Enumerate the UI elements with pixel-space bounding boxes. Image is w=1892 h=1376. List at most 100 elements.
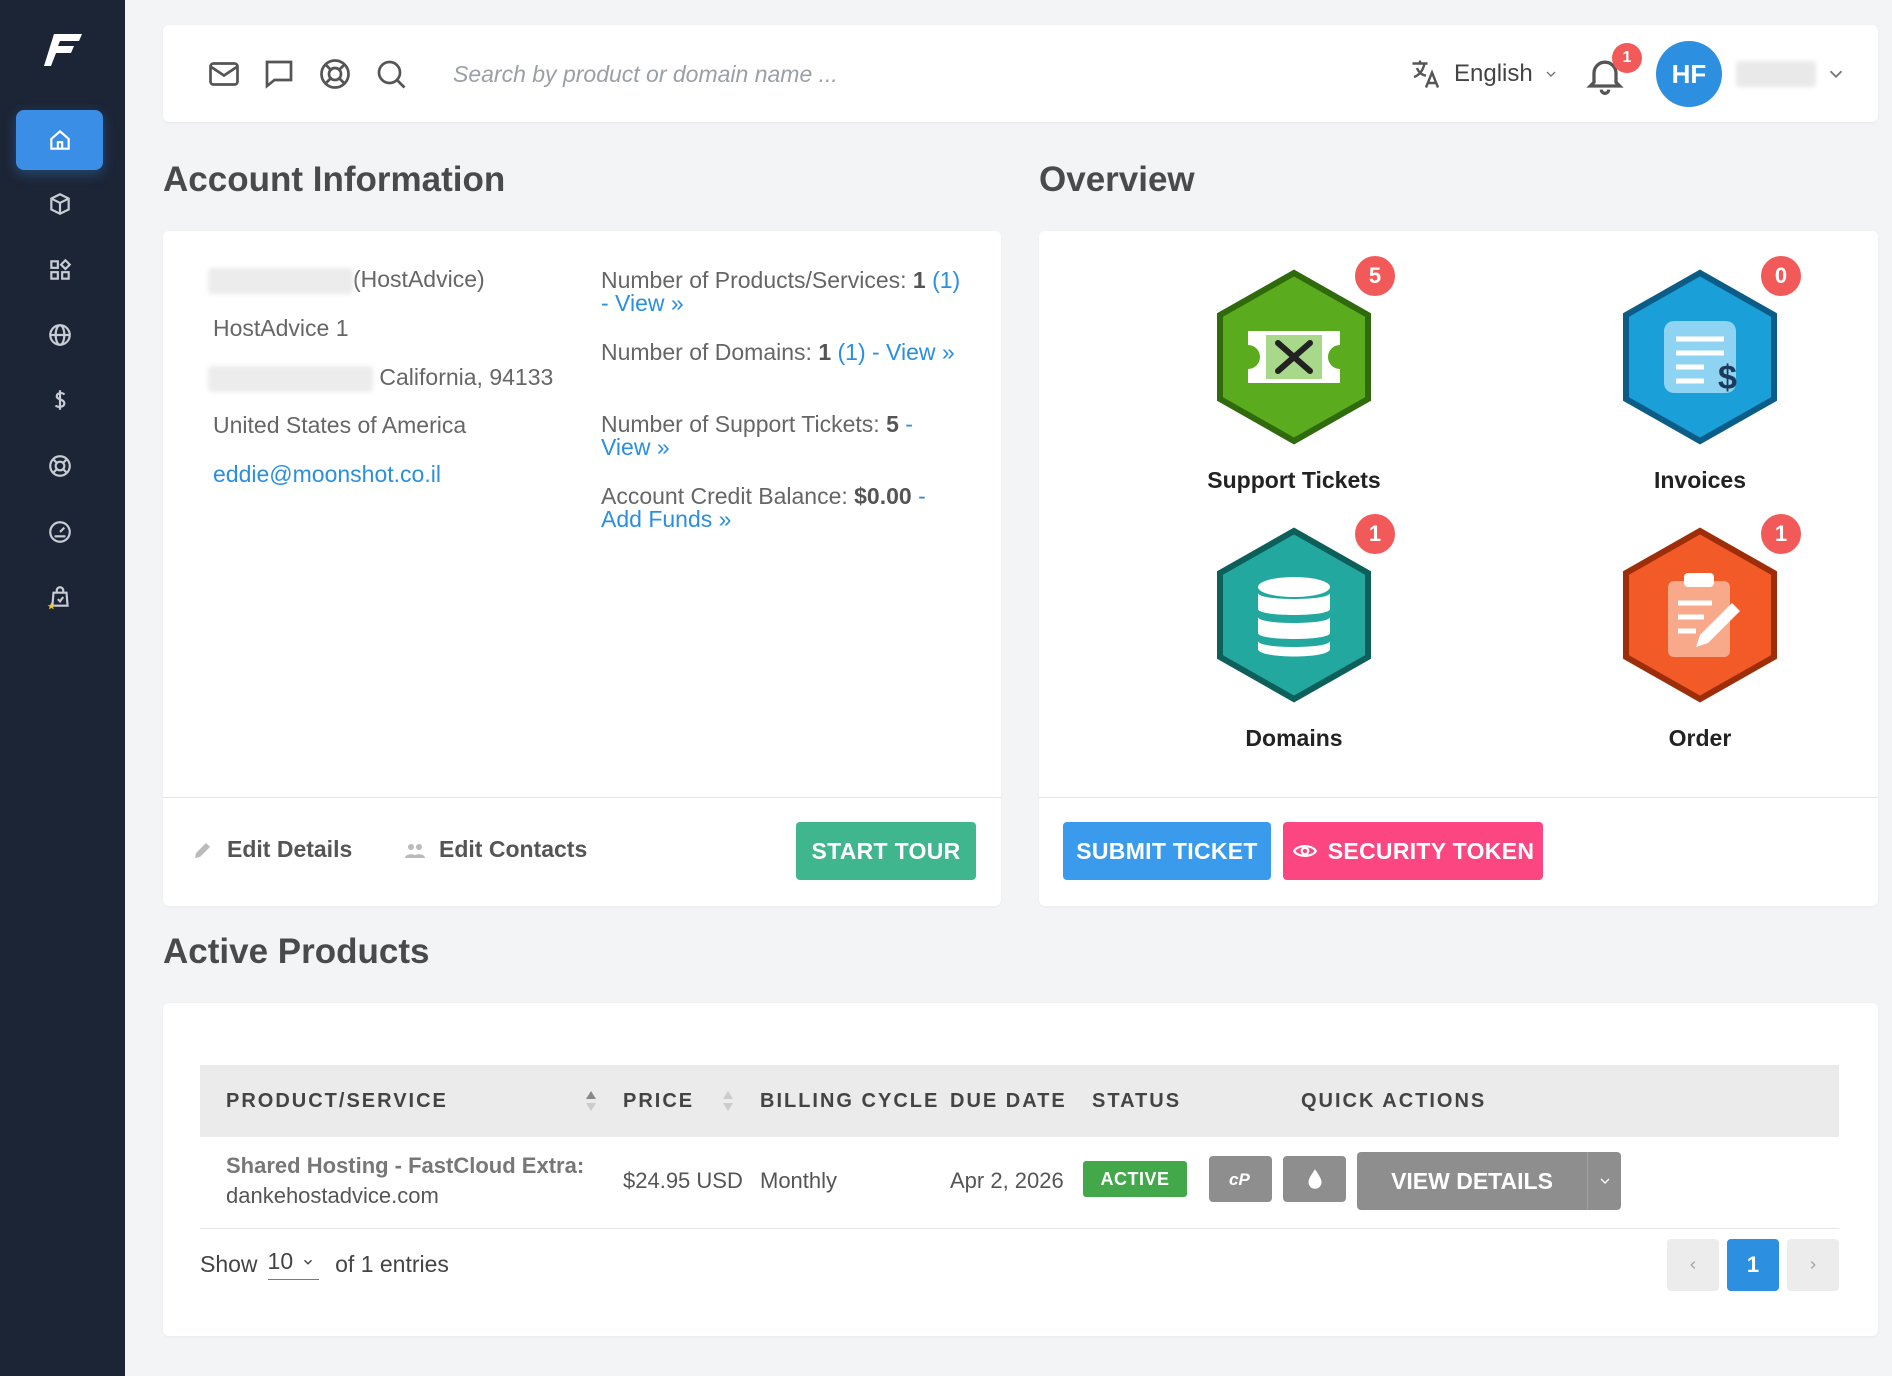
sidebar-item-status[interactable]: [16, 502, 103, 562]
language-selector[interactable]: English: [1408, 55, 1559, 93]
active-products-title: Active Products: [163, 932, 430, 971]
shopping-bag-star-icon: [47, 586, 69, 610]
chevron-down-icon: [1600, 1178, 1609, 1184]
page-size-select[interactable]: 10: [267, 1248, 320, 1280]
chevron-right-icon: [1810, 1260, 1816, 1270]
pencil-icon: [195, 842, 210, 858]
col-product-service[interactable]: PRODUCT/SERVICE: [226, 1065, 448, 1137]
search-icon: [377, 60, 406, 89]
street-redacted: [208, 365, 373, 392]
lifebuoy-icon: [320, 59, 350, 89]
stat-tickets: Number of Support Tickets: 5 - View »: [601, 411, 913, 460]
support-button[interactable]: [316, 55, 354, 93]
chevron-down-icon[interactable]: [1825, 63, 1847, 85]
next-page-button[interactable]: [1787, 1239, 1839, 1291]
dollar-icon: [54, 390, 65, 410]
top-bar: English 1 HF: [163, 25, 1878, 122]
col-price[interactable]: PRICE: [623, 1065, 694, 1137]
col-due-date: DUE DATE: [950, 1089, 1067, 1112]
sidebar-item-domains[interactable]: [16, 305, 103, 365]
lifebuoy-icon: [48, 455, 71, 477]
translate-icon: [1412, 60, 1440, 88]
sidebar-item-store[interactable]: [16, 567, 103, 627]
chat-icon: [265, 60, 293, 89]
edit-details-link[interactable]: Edit Details: [191, 836, 352, 863]
start-tour-button[interactable]: START TOUR: [796, 822, 976, 880]
mail-icon: [209, 62, 239, 86]
cpanel-login-button[interactable]: cP: [1209, 1156, 1272, 1202]
table-header: PRODUCT/SERVICE PRICE BILLING CYCLE DUE …: [200, 1065, 1839, 1137]
brand-logo-icon[interactable]: [44, 32, 84, 68]
email-link[interactable]: eddie@moonshot.co.il: [213, 461, 441, 488]
overview-title: Overview: [1039, 160, 1195, 199]
page-size-control: Show 10 of 1 entries: [200, 1248, 449, 1280]
sort-icon[interactable]: [721, 1087, 735, 1115]
stat-credit: Account Credit Balance: $0.00 - Add Fund…: [601, 483, 926, 532]
overview-support-tickets[interactable]: 5 Support Tickets: [1144, 253, 1444, 509]
col-quick-actions: QUICK ACTIONS: [1301, 1089, 1487, 1112]
order-badge: 1: [1758, 511, 1804, 557]
city-zip: California, 94133: [208, 364, 553, 392]
sort-icon[interactable]: [584, 1087, 598, 1115]
search-button[interactable]: [372, 55, 410, 93]
svg-text:cP: cP: [1229, 1170, 1250, 1189]
support-tickets-badge: 5: [1352, 253, 1398, 299]
globe-icon: [48, 324, 71, 346]
sidebar-item-apps[interactable]: [16, 240, 103, 300]
language-label: English: [1454, 60, 1533, 87]
gauge-icon: [48, 521, 71, 543]
support-tickets-label: Support Tickets: [1207, 467, 1381, 493]
edit-contacts-link[interactable]: Edit Contacts: [403, 836, 587, 863]
card-divider: [163, 797, 1001, 798]
col-billing-cycle: BILLING CYCLE: [760, 1089, 940, 1112]
invoices-badge: 0: [1758, 253, 1804, 299]
database-icon: [1217, 527, 1371, 703]
mail-button[interactable]: [205, 55, 243, 93]
chevron-down-icon: [304, 1259, 313, 1265]
overview-order[interactable]: 1 Order: [1550, 511, 1850, 767]
overview-domains[interactable]: 1 Domains: [1144, 511, 1444, 767]
entries-label: of 1 entries: [335, 1250, 449, 1277]
status-badge: ACTIVE: [1083, 1161, 1187, 1197]
avatar[interactable]: HF: [1656, 41, 1722, 107]
stat-domains: Number of Domains: 1 (1) - View »: [601, 339, 955, 365]
overview-card: 5 Support Tickets $ 0 Invoices 1 Domains: [1039, 231, 1878, 906]
theme-button[interactable]: [1283, 1156, 1346, 1202]
product-domain-link[interactable]: dankehostadvice.com: [226, 1183, 439, 1209]
apps-icon: [49, 258, 71, 280]
submit-ticket-button[interactable]: SUBMIT TICKET: [1063, 822, 1271, 880]
view-domains-link[interactable]: (1) - View »: [838, 339, 955, 365]
prev-page-button[interactable]: [1667, 1239, 1719, 1291]
country: United States of America: [213, 412, 467, 438]
sidebar-item-products[interactable]: [16, 174, 103, 234]
security-token-button[interactable]: SECURITY TOKEN: [1283, 822, 1543, 880]
active-products-card: PRODUCT/SERVICE PRICE BILLING CYCLE DUE …: [163, 1003, 1878, 1336]
view-details-dropdown[interactable]: [1587, 1152, 1621, 1210]
sidebar-item-billing[interactable]: [16, 370, 103, 430]
page-1-button[interactable]: 1: [1727, 1239, 1779, 1291]
user-name-redacted[interactable]: [1736, 61, 1816, 87]
sidebar-item-support[interactable]: [16, 436, 103, 496]
invoices-label: Invoices: [1653, 467, 1747, 493]
col-status: STATUS: [1092, 1089, 1182, 1112]
show-label: Show: [200, 1250, 258, 1277]
product-price: $24.95 USD: [623, 1168, 743, 1193]
overview-invoices[interactable]: $ 0 Invoices: [1550, 253, 1850, 509]
box-icon: [49, 193, 70, 215]
ticket-icon: [1217, 269, 1371, 445]
sidebar-item-home[interactable]: [16, 110, 103, 170]
company-name: (HostAdvice): [208, 266, 485, 294]
sidebar: [0, 0, 125, 1376]
chevron-left-icon: [1690, 1260, 1696, 1270]
contacts-icon: [405, 843, 425, 858]
svg-text:$: $: [1718, 359, 1737, 397]
company-name-redacted: [208, 267, 353, 294]
view-details-button[interactable]: VIEW DETAILS: [1357, 1152, 1587, 1210]
product-name: Shared Hosting - FastCloud Extra:: [226, 1153, 585, 1178]
cpanel-icon: cP: [1229, 1170, 1250, 1189]
order-label: Order: [1668, 725, 1732, 751]
chat-button[interactable]: [260, 55, 298, 93]
row-divider: [200, 1228, 1839, 1229]
search-input[interactable]: [453, 53, 1053, 95]
product-due-date: Apr 2, 2026: [950, 1168, 1064, 1193]
